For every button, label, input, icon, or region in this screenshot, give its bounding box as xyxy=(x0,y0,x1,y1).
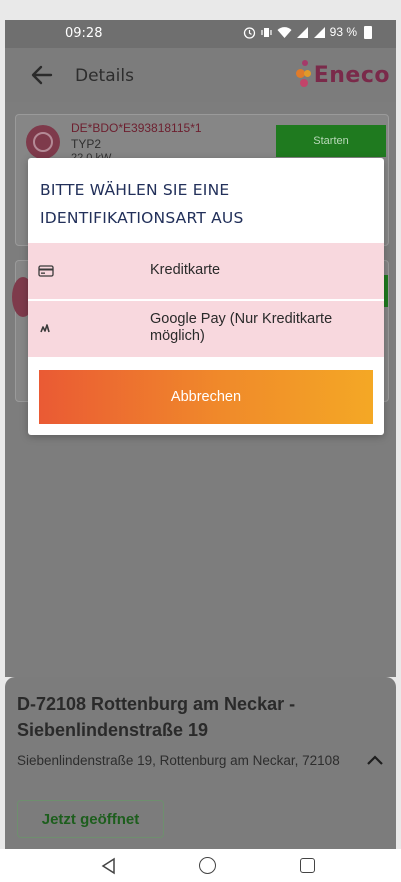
vibrate-icon xyxy=(261,27,272,37)
cancel-button[interactable]: Abbrechen xyxy=(39,370,373,424)
option-credit-card[interactable]: Kreditkarte xyxy=(28,243,384,299)
signal-icon xyxy=(313,26,325,38)
battery-level: 93 % xyxy=(329,25,357,39)
system-nav-bar xyxy=(0,849,401,882)
identification-dialog: BITTE WÄHLEN SIE EINE IDENTIFIKATIONSART… xyxy=(28,158,384,435)
status-bar: 09:28 93 % xyxy=(5,20,396,48)
arrow-left-icon[interactable] xyxy=(29,62,55,88)
recent-square-icon[interactable] xyxy=(300,858,315,873)
location-address: Siebenlindenstraße 19, Rottenburg am Nec… xyxy=(17,753,340,768)
charger-type: TYP2 xyxy=(71,137,102,151)
home-circle-icon[interactable] xyxy=(199,857,216,874)
battery-icon xyxy=(364,25,372,39)
wifi-icon xyxy=(277,26,292,38)
google-pay-icon xyxy=(40,324,50,333)
dialog-title: BITTE WÄHLEN SIE EINE IDENTIFIKATIONSART… xyxy=(40,181,244,227)
page-title: Details xyxy=(75,66,134,86)
location-sheet: D-72108 Rottenburg am Neckar - Siebenlin… xyxy=(5,677,396,849)
type2-connector-icon xyxy=(26,125,60,159)
back-triangle-icon[interactable] xyxy=(100,857,118,875)
credit-card-icon xyxy=(38,265,54,277)
alarm-icon xyxy=(243,26,255,39)
chevron-up-icon[interactable] xyxy=(364,750,386,772)
signal-icon xyxy=(296,26,308,38)
option-label: Kreditkarte xyxy=(150,262,221,278)
app-header: Details Eneco xyxy=(5,48,396,102)
eneco-logo: Eneco xyxy=(294,60,390,90)
start-button[interactable]: Starten xyxy=(276,125,386,157)
opening-status-button[interactable]: Jetzt geöffnet xyxy=(17,800,164,838)
location-title: D-72108 Rottenburg am Neckar - Siebenlin… xyxy=(17,694,296,740)
option-label: Google Pay (Nur Kreditkarte möglich) xyxy=(150,311,333,344)
charger-id: DE*BDO*E393818115*1 xyxy=(71,121,202,135)
option-google-pay[interactable]: Google Pay (Nur Kreditkarte möglich) xyxy=(28,301,384,357)
status-icons: 93 % xyxy=(243,25,372,39)
status-time: 09:28 xyxy=(65,26,103,41)
logo-text: Eneco xyxy=(313,62,390,88)
logo-dots xyxy=(294,60,314,90)
